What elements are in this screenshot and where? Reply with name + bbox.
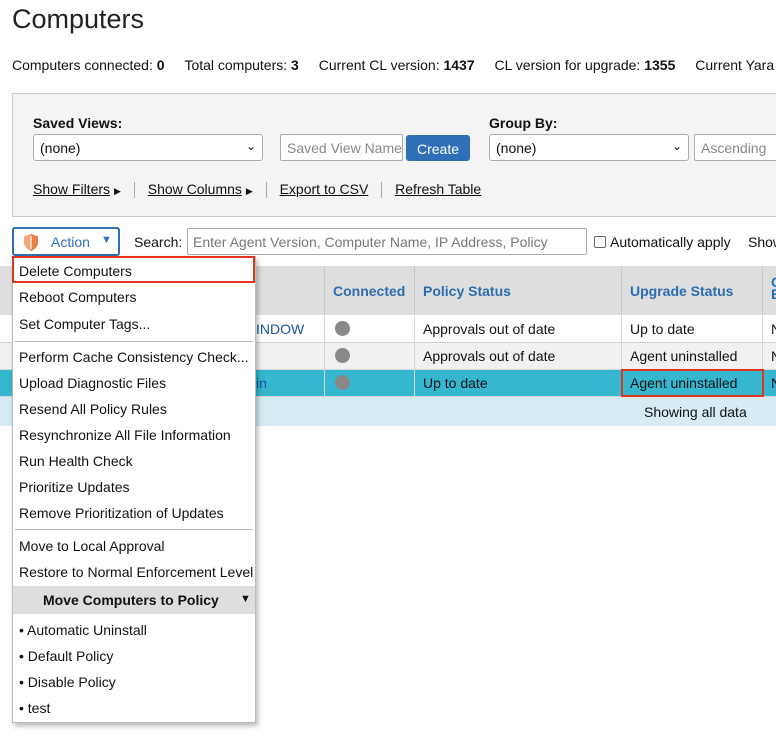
- filter-panel: Saved Views: (none) ⌄ Saved View Name Cre…: [12, 93, 776, 217]
- menu-item-run-health-check[interactable]: Run Health Check: [19, 453, 133, 469]
- search-label: Search:: [134, 234, 183, 250]
- upgrade-status-cell: Up to date: [621, 316, 762, 343]
- menu-item-reboot-computers[interactable]: Reboot Computers: [19, 289, 137, 305]
- menu-item-policy-disable[interactable]: • Disable Policy: [19, 674, 116, 690]
- status-dot-icon: [335, 375, 350, 390]
- extra-cell: N: [762, 343, 776, 370]
- stat-cl-version-upgrade: CL version for upgrade: 1355: [494, 57, 676, 73]
- stat-computers-connected: Computers connected: 0: [12, 57, 165, 73]
- group-by-select[interactable]: (none) ⌄: [489, 134, 689, 161]
- saved-views-label: Saved Views:: [33, 115, 123, 131]
- menu-item-upload-diagnostic-files[interactable]: Upload Diagnostic Files: [19, 375, 166, 391]
- show-columns-link[interactable]: Show Columns: [148, 181, 242, 197]
- shield-icon: [24, 234, 38, 251]
- computer-name-cell: INDOW: [256, 321, 305, 337]
- policy-status-cell: Up to date: [414, 370, 621, 397]
- stat-total-computers: Total computers: 3: [184, 57, 299, 73]
- divider: [265, 182, 267, 199]
- menu-item-move-to-local-approval[interactable]: Move to Local Approval: [19, 538, 165, 554]
- action-button[interactable]: Action ▼: [12, 227, 120, 256]
- policy-status-cell: Approvals out of date: [414, 343, 621, 370]
- status-dot-icon: [335, 321, 350, 336]
- connected-cell: [324, 343, 414, 370]
- menu-item-policy-default[interactable]: • Default Policy: [19, 648, 113, 664]
- action-menu: Delete Computers Reboot Computers Set Co…: [12, 256, 256, 723]
- column-header-extra[interactable]: CE: [762, 266, 776, 315]
- divider: [133, 182, 135, 199]
- menu-item-prioritize-updates[interactable]: Prioritize Updates: [19, 479, 130, 495]
- create-button[interactable]: Create: [406, 135, 471, 161]
- menu-item-restore-normal-enforcement[interactable]: Restore to Normal Enforcement Level: [19, 564, 253, 580]
- table-links: Show Filters ▶ Show Columns ▶ Export to CS…: [33, 181, 481, 199]
- checkbox-icon: [594, 236, 606, 248]
- auto-apply-checkbox[interactable]: Automatically apply: [594, 234, 731, 250]
- upgrade-status-cell: Agent uninstalled: [621, 343, 762, 370]
- stat-current-yara: Current Yara: [695, 57, 775, 73]
- divider: [381, 182, 383, 199]
- status-dot-icon: [335, 348, 350, 363]
- connected-cell: [324, 316, 414, 343]
- show-filters-link[interactable]: Show Filters: [33, 181, 110, 197]
- table-toolbar: Action ▼ Search: Enter Agent Version, Co…: [0, 227, 776, 257]
- highlight-box-upgrade-status: [621, 369, 764, 397]
- stat-current-cl-version: Current CL version: 1437: [318, 57, 475, 73]
- menu-item-cache-consistency-check[interactable]: Perform Cache Consistency Check...: [19, 349, 249, 365]
- refresh-table-link[interactable]: Refresh Table: [395, 181, 481, 197]
- stats-bar: Computers connected: 0 Total computers: …: [12, 57, 776, 73]
- page-title: Computers: [12, 4, 145, 34]
- triangle-right-icon: ▶: [114, 186, 121, 196]
- search-input[interactable]: Enter Agent Version, Computer Name, IP A…: [187, 228, 587, 255]
- show-link[interactable]: Show: [748, 234, 776, 250]
- showing-all-data-text: Showing all data: [644, 404, 747, 420]
- menu-item-policy-test[interactable]: • test: [19, 700, 50, 716]
- export-csv-link[interactable]: Export to CSV: [280, 181, 369, 197]
- extra-cell: N: [762, 370, 776, 397]
- highlight-box-delete-computers: [12, 256, 255, 283]
- submenu-move-to-policy[interactable]: Move Computers to Policy ▼: [13, 586, 255, 614]
- caret-down-icon: ▼: [240, 593, 251, 605]
- saved-view-name-input[interactable]: Saved View Name: [280, 134, 403, 161]
- menu-item-policy-automatic-uninstall[interactable]: • Automatic Uninstall: [19, 622, 147, 638]
- extra-cell: N: [762, 316, 776, 343]
- connected-cell: [324, 370, 414, 397]
- submenu-title: Move Computers to Policy: [43, 592, 219, 608]
- computer-name-cell: in: [256, 375, 267, 391]
- triangle-right-icon: ▶: [245, 186, 253, 196]
- menu-item-resend-policy-rules[interactable]: Resend All Policy Rules: [19, 401, 167, 417]
- action-label: Action: [51, 234, 90, 250]
- sort-order-select[interactable]: Ascending: [694, 134, 776, 161]
- column-header-policy-status[interactable]: Policy Status: [414, 266, 621, 315]
- group-by-label: Group By:: [489, 115, 558, 131]
- computer-name-cell: [248, 343, 324, 370]
- chevron-down-icon: ⌄: [671, 139, 682, 153]
- menu-item-remove-prioritization[interactable]: Remove Prioritization of Updates: [19, 505, 224, 521]
- caret-down-icon: ▼: [101, 234, 112, 246]
- policy-status-cell: Approvals out of date: [414, 316, 621, 343]
- column-header-upgrade-status[interactable]: Upgrade Status: [621, 266, 762, 315]
- column-header-connected[interactable]: Connected: [324, 266, 414, 315]
- saved-views-select[interactable]: (none) ⌄: [33, 134, 263, 161]
- menu-item-set-computer-tags[interactable]: Set Computer Tags...: [19, 316, 150, 332]
- chevron-down-icon: ⌄: [245, 139, 256, 153]
- menu-divider: [15, 529, 253, 530]
- menu-item-resynchronize-file-info[interactable]: Resynchronize All File Information: [19, 427, 231, 443]
- menu-divider: [15, 341, 253, 342]
